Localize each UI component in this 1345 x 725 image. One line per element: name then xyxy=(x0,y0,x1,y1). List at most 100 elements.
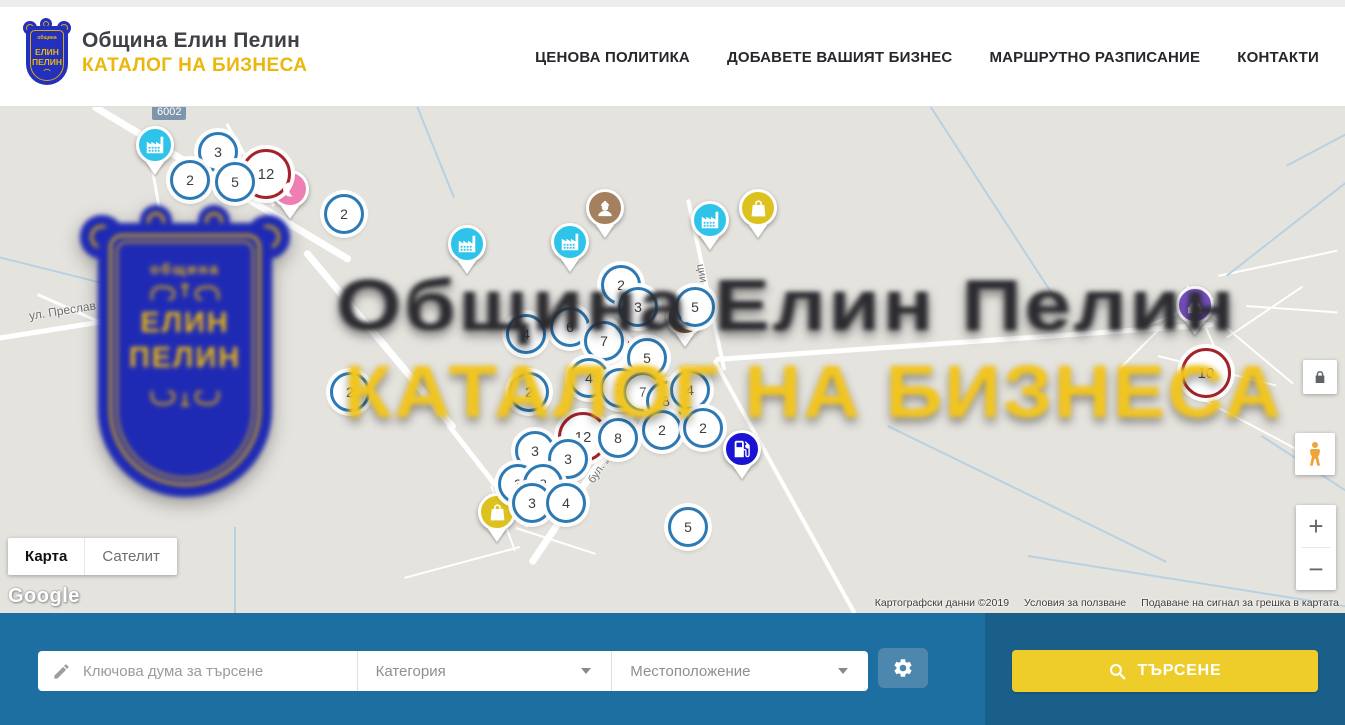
factory-pin[interactable] xyxy=(136,126,174,164)
search-button-label: ТЪРСЕНЕ xyxy=(1137,662,1221,680)
search-pill: Категория Местоположение xyxy=(38,651,868,691)
map-cluster[interactable]: 4 xyxy=(506,314,546,354)
map-cluster[interactable]: 4 xyxy=(670,370,710,410)
municipality-logo: община ЕЛИН ПЕЛИН ⌒ xyxy=(22,21,72,85)
cluster-count: 2 xyxy=(617,277,625,293)
map-cluster[interactable]: 5 xyxy=(668,507,708,547)
worker-icon xyxy=(594,197,616,219)
cluster-count: 8 xyxy=(614,430,622,446)
map-type-control: Карта Сателит xyxy=(8,538,177,575)
cluster-count: 2 xyxy=(346,384,354,400)
location-dropdown-label: Местоположение xyxy=(630,663,750,680)
chevron-down-icon xyxy=(581,668,591,674)
factory-pin[interactable] xyxy=(448,225,486,263)
cluster-count: 8 xyxy=(662,393,670,409)
cluster-count: 2 xyxy=(658,422,666,438)
cluster-count: 3 xyxy=(531,443,539,459)
google-map[interactable]: 6002 ул. Преслав бул. „Новосел ции 12325… xyxy=(0,107,1345,613)
nav-route-schedule[interactable]: МАРШРУТНО РАЗПИСАНИЕ xyxy=(989,49,1200,66)
search-icon xyxy=(1108,662,1127,681)
search-bar: Категория Местоположение ТЪРСЕНЕ xyxy=(0,613,1345,725)
church-icon xyxy=(1184,294,1206,316)
advanced-settings-button[interactable] xyxy=(878,648,928,688)
header: община ЕЛИН ПЕЛИН ⌒ Община Елин Пелин КА… xyxy=(0,7,1345,107)
report-map-error-link[interactable]: Подаване на сигнал за грешка в картата xyxy=(1141,597,1339,609)
bag-pin[interactable] xyxy=(739,189,777,227)
logo-name-line2: ПЕЛИН xyxy=(22,57,72,67)
worker-pin[interactable] xyxy=(586,189,624,227)
map-cluster[interactable]: 2 xyxy=(683,408,723,448)
cluster-count: 3 xyxy=(564,451,572,467)
map-cluster[interactable]: 2 xyxy=(330,372,370,412)
fuel-pin[interactable] xyxy=(723,430,761,468)
zoom-control: + − xyxy=(1296,505,1336,590)
factory-icon xyxy=(456,233,478,255)
church-pin[interactable] xyxy=(1176,286,1214,324)
fuel-icon xyxy=(731,438,753,460)
cluster-count: 2 xyxy=(525,384,533,400)
map-cluster[interactable]: 2 xyxy=(170,160,210,200)
factory-icon xyxy=(699,209,721,231)
cluster-count: 5 xyxy=(643,350,651,366)
cluster-count: 7 xyxy=(600,333,608,349)
terms-of-use-link[interactable]: Условия за ползване xyxy=(1024,597,1126,609)
cluster-count: 2 xyxy=(699,420,707,436)
main-nav: ЦЕНОВА ПОЛИТИКА ДОБАВЕТЕ ВАШИЯТ БИЗНЕС М… xyxy=(535,7,1319,107)
cluster-count: 5 xyxy=(684,519,692,535)
factory-icon xyxy=(144,134,166,156)
cluster-count: 5 xyxy=(231,174,239,190)
map-cluster[interactable]: 10 xyxy=(1181,348,1231,398)
lock-button[interactable] xyxy=(1303,360,1337,394)
map-cluster[interactable]: 2 xyxy=(324,194,364,234)
map-type-satellite-button[interactable]: Сателит xyxy=(84,538,177,575)
nav-contacts[interactable]: КОНТАКТИ xyxy=(1237,49,1319,66)
brand-title: Община Елин Пелин xyxy=(82,29,307,53)
bag-icon xyxy=(748,198,769,219)
map-cluster[interactable]: 3 xyxy=(618,287,658,327)
map-attribution: Картографски данни ©2019 Условия за полз… xyxy=(875,597,1339,609)
map-cluster[interactable]: 2 xyxy=(509,372,549,412)
nav-add-business[interactable]: ДОБАВЕТЕ ВАШИЯТ БИЗНЕС xyxy=(727,49,952,66)
pegman-icon xyxy=(1302,440,1328,468)
pencil-icon xyxy=(52,662,71,681)
zoom-out-button[interactable]: − xyxy=(1296,548,1336,590)
bag-icon xyxy=(487,502,508,523)
brand[interactable]: община ЕЛИН ПЕЛИН ⌒ Община Елин Пелин КА… xyxy=(22,21,307,85)
moon-icon xyxy=(281,180,300,199)
location-dropdown[interactable]: Местоположение xyxy=(612,663,868,680)
keyword-search-input[interactable] xyxy=(83,663,323,680)
keyword-zone xyxy=(38,662,357,681)
attribution-copyright: Картографски данни ©2019 xyxy=(875,597,1009,609)
cluster-count: 4 xyxy=(585,370,593,386)
category-dropdown[interactable]: Категория xyxy=(358,663,612,680)
brand-subtitle: КАТАЛОГ НА БИЗНЕСА xyxy=(82,55,307,77)
cluster-count: 4 xyxy=(562,495,570,511)
page: община ЕЛИН ПЕЛИН ⌒ Община Елин Пелин КА… xyxy=(0,0,1345,725)
map-cluster[interactable]: 2 xyxy=(642,410,682,450)
zoom-in-button[interactable]: + xyxy=(1296,505,1336,547)
pegman-button[interactable] xyxy=(1295,433,1335,475)
cluster-count: 3 xyxy=(214,144,222,160)
map-cluster[interactable]: 4 xyxy=(546,483,586,523)
cluster-count: 3 xyxy=(634,299,642,315)
cluster-count: 2 xyxy=(340,206,348,222)
top-strip xyxy=(0,0,1345,7)
map-cluster[interactable]: 8 xyxy=(598,418,638,458)
map-type-map-button[interactable]: Карта xyxy=(8,538,84,575)
cluster-count: 2 xyxy=(186,172,194,188)
cluster-count: 3 xyxy=(528,495,536,511)
flame-icon xyxy=(676,308,695,327)
logo-top-word: община xyxy=(22,35,72,41)
nav-pricing[interactable]: ЦЕНОВА ПОЛИТИКА xyxy=(535,49,690,66)
gear-icon xyxy=(892,657,914,679)
google-logo[interactable]: Google xyxy=(8,585,80,608)
factory-pin[interactable] xyxy=(551,223,589,261)
cluster-count: 4 xyxy=(522,326,530,342)
lock-icon xyxy=(1312,369,1328,385)
map-cluster[interactable]: 5 xyxy=(215,162,255,202)
cluster-count: 4 xyxy=(686,382,694,398)
search-submit-button[interactable]: ТЪРСЕНЕ xyxy=(1012,650,1318,692)
factory-pin[interactable] xyxy=(691,201,729,239)
logo-name-line1: ЕЛИН xyxy=(22,47,72,57)
map-cluster[interactable]: 7 xyxy=(584,321,624,361)
